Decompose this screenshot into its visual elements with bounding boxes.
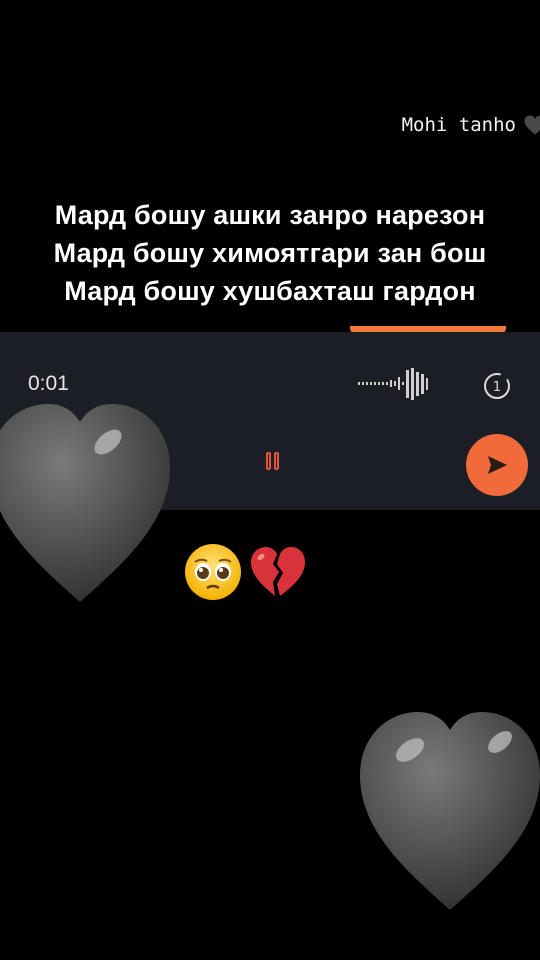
view-once-button[interactable]: 1 — [481, 370, 513, 402]
pause-bar-right — [273, 452, 279, 470]
pause-bar-left — [265, 452, 271, 470]
send-button[interactable] — [466, 434, 528, 496]
black-heart-icon — [524, 115, 540, 135]
broken-heart-icon — [251, 547, 305, 596]
lyrics-line-2: Мард бошу химоятгари зан бош — [53, 238, 487, 268]
view-once-label: 1 — [493, 380, 501, 395]
grey-heart-decoration-right — [360, 712, 540, 910]
pleading-face-icon — [185, 544, 241, 600]
lyrics-line-3: Мард бошу хушбахташ гардон — [64, 276, 476, 306]
waveform-icon — [358, 368, 428, 400]
watermark: Mohi tanho — [402, 112, 540, 138]
watermark-text: Mohi tanho — [401, 114, 516, 136]
lyrics-line-1: Мард бошу ашки занро нарезон — [54, 200, 486, 230]
send-icon — [488, 456, 507, 474]
pause-button[interactable] — [255, 446, 289, 476]
lyrics-block: Мард бошу ашки занро нарезон Мард бошу х… — [0, 196, 540, 310]
emoji-row — [183, 542, 307, 602]
grey-heart-decoration-left — [0, 404, 170, 602]
